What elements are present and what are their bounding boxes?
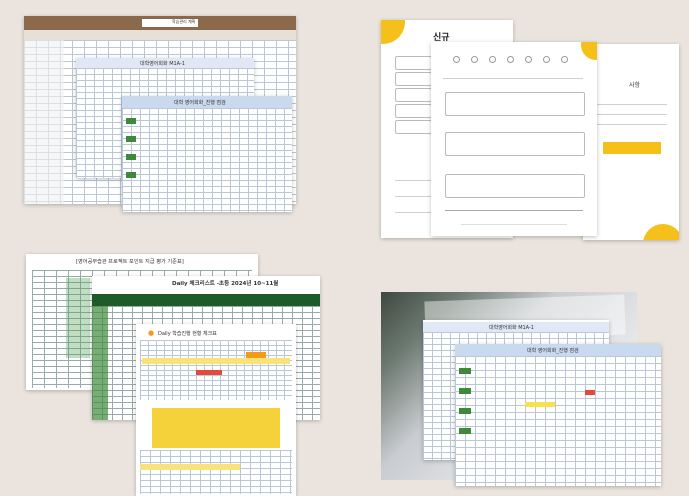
dot <box>471 56 478 63</box>
yellow-highlight <box>525 402 555 407</box>
checklist-title: Daily 체크리스트 -초등 2024년 10~11월 <box>172 281 279 287</box>
form-back-right: 사항 <box>583 44 679 240</box>
sheet-title: 학습관리 계획 <box>172 19 196 24</box>
spreadsheet-front: 대학 영어회화_진행 점검 <box>122 96 292 212</box>
dot <box>507 56 514 63</box>
dot <box>489 56 496 63</box>
green-cell-c <box>459 408 471 414</box>
deco-circle-bottom-right <box>643 224 679 240</box>
rubric-title: [영어공부습관 프로젝트 포인트 지급 평가 기준표] <box>76 259 184 265</box>
line <box>597 124 667 125</box>
line <box>445 210 583 211</box>
back-sheet-title: 대학영어회화 M1A-1 <box>489 325 534 331</box>
dot <box>525 56 532 63</box>
quadrant-top-right: 사항 신규 <box>345 0 689 248</box>
green-cell-1 <box>126 118 136 124</box>
green-cell-d <box>459 428 471 434</box>
line <box>597 104 667 105</box>
yellow-band-right <box>603 142 661 154</box>
line <box>597 114 667 115</box>
left-column <box>24 40 64 204</box>
front-grid <box>122 108 292 212</box>
todo-title: Daily 학습진행 현황 체크표 <box>158 331 217 337</box>
front-sheet-title: 대학 영어회화_진행 점검 <box>527 348 579 354</box>
todo-grid-bottom <box>140 450 292 494</box>
sheet-subheader <box>24 30 296 40</box>
form-front <box>431 42 597 236</box>
dot <box>543 56 550 63</box>
red-cell <box>196 370 222 375</box>
orange-cell <box>246 352 266 358</box>
front-title: 대학 영어회화_진행 점검 <box>174 100 226 106</box>
answer-box-3 <box>445 174 585 198</box>
middle-title: 대학영어회화 M1A-1 <box>140 61 185 67</box>
front-sheet-grid <box>455 356 661 486</box>
quadrant-top-left: 학습관리 계획 대학영어회화 M1A-1 대학 영어회화_진행 점검 <box>0 0 344 248</box>
green-cell-2 <box>126 136 136 142</box>
green-cell-4 <box>126 172 136 178</box>
answer-box-2 <box>445 132 585 156</box>
line <box>443 78 583 79</box>
quadrant-bottom-left: [영어공부습관 프로젝트 포인트 지급 평가 기준표] Daily 체크리스트 … <box>0 248 344 496</box>
green-cell-3 <box>126 154 136 160</box>
answer-box-1 <box>445 92 585 116</box>
mid-label: 사항 <box>629 82 641 89</box>
deco-circle-top-right <box>581 42 597 60</box>
daily-progress-sheet: ● Daily 학습진행 현황 체크표 <box>136 324 296 496</box>
checklist-left-col <box>92 306 108 420</box>
rubric-green-col <box>66 278 90 358</box>
yellow-block <box>152 408 280 448</box>
green-cell-b <box>459 388 471 394</box>
checklist-header <box>92 294 320 306</box>
yellow-row-1 <box>142 358 290 364</box>
deco-circle-top-left <box>381 20 405 44</box>
dot <box>561 56 568 63</box>
quadrant-bottom-right: 대학영어회화 M1A-1 대학 영어회화_진행 점검 <box>345 248 689 496</box>
green-cell-a <box>459 368 471 374</box>
orange-logo-icon: ● <box>148 329 155 337</box>
yellow-row-2 <box>140 464 240 470</box>
red-highlight <box>585 390 595 395</box>
printed-sheet-front: 대학 영어회화_진행 점검 <box>455 344 661 486</box>
line <box>461 224 567 225</box>
dot <box>453 56 460 63</box>
